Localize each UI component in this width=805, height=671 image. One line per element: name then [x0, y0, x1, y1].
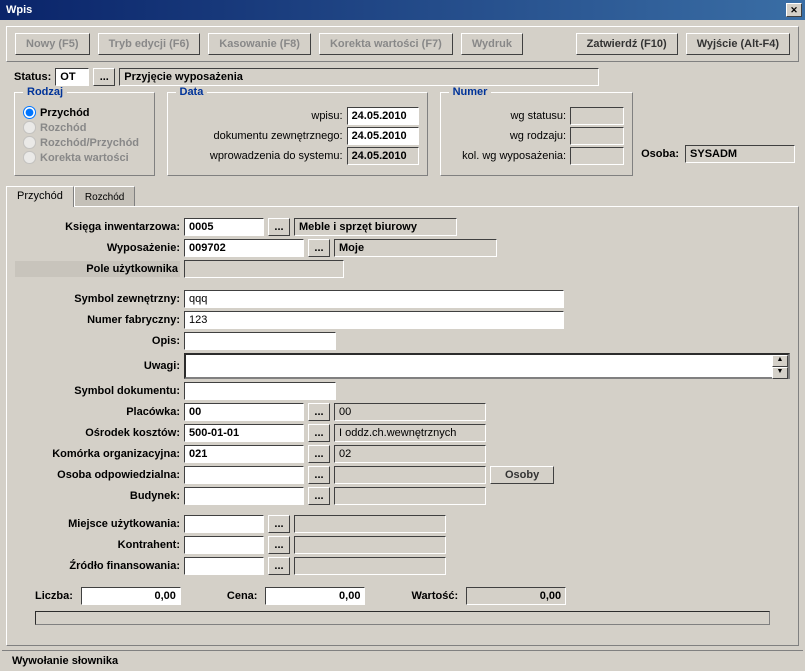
radio-rozchod-przychod: Rozchód/Przychód — [23, 135, 146, 150]
uwagi-textarea[interactable]: ▲▼ — [184, 353, 790, 379]
radio-korekta: Korekta wartości — [23, 150, 146, 165]
komorka-lookup-button[interactable]: ... — [308, 445, 330, 463]
wypos-lookup-button[interactable]: ... — [308, 239, 330, 257]
numer-wypos — [570, 147, 624, 165]
kasowanie-button[interactable]: Kasowanie (F8) — [208, 33, 311, 55]
scroll-down-icon[interactable]: ▼ — [772, 367, 788, 379]
miejsce-code-input[interactable] — [184, 515, 264, 533]
zrodlo-lookup-button[interactable]: ... — [268, 557, 290, 575]
tryb-edycji-button[interactable]: Tryb edycji (F6) — [98, 33, 201, 55]
zrodlo-name — [294, 557, 446, 575]
tab-rozchod[interactable]: Rozchód — [74, 186, 135, 206]
wydruk-button[interactable]: Wydruk — [461, 33, 523, 55]
wypos-code-input[interactable] — [184, 239, 304, 257]
status-code-input[interactable] — [55, 68, 89, 86]
ksiega-code-input[interactable] — [184, 218, 264, 236]
radio-przychod[interactable]: Przychód — [23, 105, 146, 120]
wypos-name — [334, 239, 497, 257]
nowy-button[interactable]: Nowy (F5) — [15, 33, 90, 55]
opis-input[interactable] — [184, 332, 336, 350]
radio-rozchod: Rozchód — [23, 120, 146, 135]
osoba-label: Osoba: — [641, 148, 679, 160]
osoba-lookup-button[interactable]: ... — [308, 466, 330, 484]
osoby-button[interactable]: Osoby — [490, 466, 554, 484]
osoba-code-input[interactable] — [184, 466, 304, 484]
ksiega-name — [294, 218, 457, 236]
tab-przychod[interactable]: Przychód — [6, 186, 74, 207]
progress-bar — [35, 611, 770, 625]
korekta-button[interactable]: Korekta wartości (F7) — [319, 33, 453, 55]
wartosc-output — [466, 587, 566, 605]
miejsce-name — [294, 515, 446, 533]
budynek-lookup-button[interactable]: ... — [308, 487, 330, 505]
zatwierdz-button[interactable]: Zatwierdź (F10) — [576, 33, 678, 55]
budynek-code-input[interactable] — [184, 487, 304, 505]
symbol-zewn-input[interactable] — [184, 290, 564, 308]
osoba-value — [685, 145, 795, 163]
data-sys-input — [347, 147, 419, 165]
rodzaj-group: Rodzaj Przychód Rozchód Rozchód/Przychód… — [14, 92, 155, 176]
osoba-name — [334, 466, 486, 484]
placowka-name — [334, 403, 486, 421]
cena-input[interactable] — [265, 587, 365, 605]
wyjscie-button[interactable]: Wyjście (Alt-F4) — [686, 33, 790, 55]
placowka-code-input[interactable] — [184, 403, 304, 421]
kontrahent-code-input[interactable] — [184, 536, 264, 554]
kontrahent-name — [294, 536, 446, 554]
status-label: Status: — [14, 71, 51, 83]
close-icon[interactable]: ✕ — [786, 3, 802, 17]
osrodek-lookup-button[interactable]: ... — [308, 424, 330, 442]
window-title: Wpis — [3, 4, 786, 16]
liczba-input[interactable] — [81, 587, 181, 605]
osrodek-name — [334, 424, 486, 442]
budynek-name — [334, 487, 486, 505]
data-wpisu-input[interactable] — [347, 107, 419, 125]
osrodek-code-input[interactable] — [184, 424, 304, 442]
numer-group: Numer wg statusu: wg rodzaju: kol. wg wy… — [440, 92, 634, 176]
placowka-lookup-button[interactable]: ... — [308, 403, 330, 421]
kontrahent-lookup-button[interactable]: ... — [268, 536, 290, 554]
data-group: Data wpisu: dokumentu zewnętrznego: wpro… — [167, 92, 428, 176]
numer-status — [570, 107, 624, 125]
numer-fabr-input[interactable] — [184, 311, 564, 329]
main-toolbar: Nowy (F5) Tryb edycji (F6) Kasowanie (F8… — [6, 26, 799, 62]
numer-rodzaj — [570, 127, 624, 145]
status-bar: Wywołanie słownika — [2, 650, 803, 671]
zrodlo-code-input[interactable] — [184, 557, 264, 575]
komorka-code-input[interactable] — [184, 445, 304, 463]
tab-panel: Księga inwentarzowa: ... Wyposażenie: ..… — [6, 206, 799, 646]
status-desc — [119, 68, 599, 86]
komorka-name — [334, 445, 486, 463]
miejsce-lookup-button[interactable]: ... — [268, 515, 290, 533]
data-dok-input[interactable] — [347, 127, 419, 145]
scroll-up-icon[interactable]: ▲ — [772, 355, 788, 367]
status-lookup-button[interactable]: ... — [93, 68, 115, 86]
pole-input — [184, 260, 344, 278]
symbol-dok-input[interactable] — [184, 382, 336, 400]
ksiega-lookup-button[interactable]: ... — [268, 218, 290, 236]
